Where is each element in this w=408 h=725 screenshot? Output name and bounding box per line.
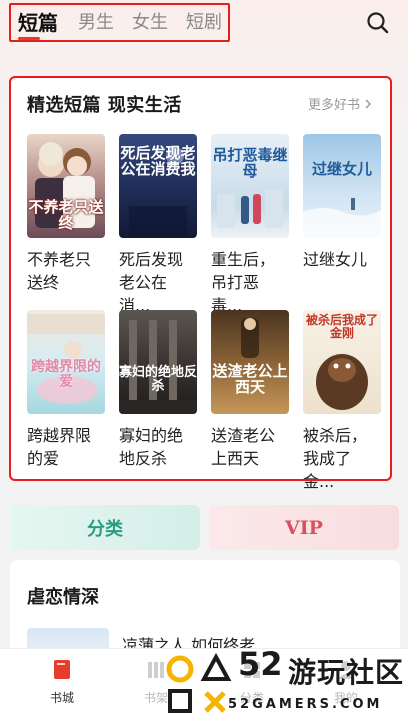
cover-illustration <box>119 320 197 414</box>
book-cover[interactable]: 寡妇的绝地反杀 <box>119 310 197 414</box>
category-button[interactable]: 分类 <box>10 505 200 550</box>
tab-female[interactable]: 女生 <box>132 8 168 34</box>
book-title[interactable]: 被杀后，我成了金... <box>303 424 381 493</box>
search-icon[interactable] <box>364 9 392 37</box>
tab-short-stories[interactable]: 短篇 <box>18 7 58 36</box>
vip-button-label: VIP <box>285 516 323 539</box>
watermark-brand: 52 <box>238 645 283 683</box>
cover-title-text: 跨越界限的爱 <box>31 359 101 390</box>
section-title: 精选短篇 现实生活 <box>27 95 182 116</box>
book-title[interactable]: 重生后，吊打恶毒... <box>211 248 289 317</box>
vip-button[interactable]: VIP <box>209 505 399 550</box>
book-item[interactable]: 吊打恶毒继母 重生后，吊打恶毒... <box>211 134 289 317</box>
book-cover[interactable]: 被杀后我成了金刚 <box>303 310 381 414</box>
nav-bookstore[interactable]: 书城 <box>32 659 92 706</box>
watermark-name: 游玩社区 <box>288 656 405 689</box>
more-books-label: 更多好书 <box>308 98 361 113</box>
book-cover[interactable]: 跨越界限的爱 <box>27 310 105 414</box>
chevron-right-icon <box>365 98 372 109</box>
book-cover[interactable]: 吊打恶毒继母 <box>211 134 289 238</box>
category-button-label: 分类 <box>87 518 123 540</box>
book-title[interactable]: 过继女儿 <box>303 248 381 271</box>
nav-label: 书城 <box>49 691 74 705</box>
more-books-link[interactable]: 更多好书 <box>308 94 373 113</box>
top-bar: 短篇 男生 女生 短剧 <box>0 0 408 50</box>
book-cover[interactable]: 过继女儿 <box>303 134 381 238</box>
watermark-url: 52GAMERS.COM <box>228 697 383 712</box>
book-title[interactable]: 送渣老公上西天 <box>211 424 289 470</box>
watermark-shapes-icon <box>166 652 232 713</box>
book-title[interactable]: 跨越界限的爱 <box>27 424 105 470</box>
cover-title-text: 寡妇的绝地反杀 <box>119 365 197 394</box>
book-cover[interactable]: 不养老只送终 <box>27 134 105 238</box>
cover-illustration <box>303 198 381 238</box>
cover-title-text: 被杀后我成了金刚 <box>305 313 378 340</box>
book-item[interactable]: 死后发现老公在消费我 死后发现老公在消... <box>119 134 197 317</box>
cover-title-text: 送渣老公上西天 <box>212 362 288 396</box>
book-title[interactable]: 不养老只送终 <box>27 248 105 294</box>
book-cover[interactable]: 送渣老公上西天 <box>211 310 289 414</box>
book-item[interactable]: 送渣老公上西天 送渣老公上西天 <box>211 310 289 470</box>
watermark-logo: 52 游玩社区 52GAMERS.COM <box>158 645 408 725</box>
cover-title-text: 死后发现老公在消费我 <box>120 144 196 178</box>
book-item[interactable]: 跨越界限的爱 跨越界限的爱 <box>27 310 105 470</box>
book-title[interactable]: 死后发现老公在消... <box>119 248 197 317</box>
active-tab-indicator <box>18 37 40 40</box>
book-item[interactable]: 过继女儿 过继女儿 <box>303 134 381 271</box>
book-item[interactable]: 不养老只送终 不养老只送终 <box>27 134 105 294</box>
cover-title-text: 吊打恶毒继母 <box>212 146 288 180</box>
book-cover[interactable]: 死后发现老公在消费我 <box>119 134 197 238</box>
book-item[interactable]: 寡妇的绝地反杀 寡妇的绝地反杀 <box>119 310 197 470</box>
tab-male[interactable]: 男生 <box>78 8 114 34</box>
second-section-title: 虐恋情深 <box>27 587 99 608</box>
book-icon <box>54 660 70 679</box>
tab-short-drama[interactable]: 短剧 <box>186 8 222 34</box>
book-item[interactable]: 被杀后我成了金刚 被杀后，我成了金... <box>303 310 381 493</box>
cover-title-text: 过继女儿 <box>311 160 372 178</box>
book-title[interactable]: 寡妇的绝地反杀 <box>119 424 197 470</box>
cover-title-text: 不养老只送终 <box>28 198 104 232</box>
